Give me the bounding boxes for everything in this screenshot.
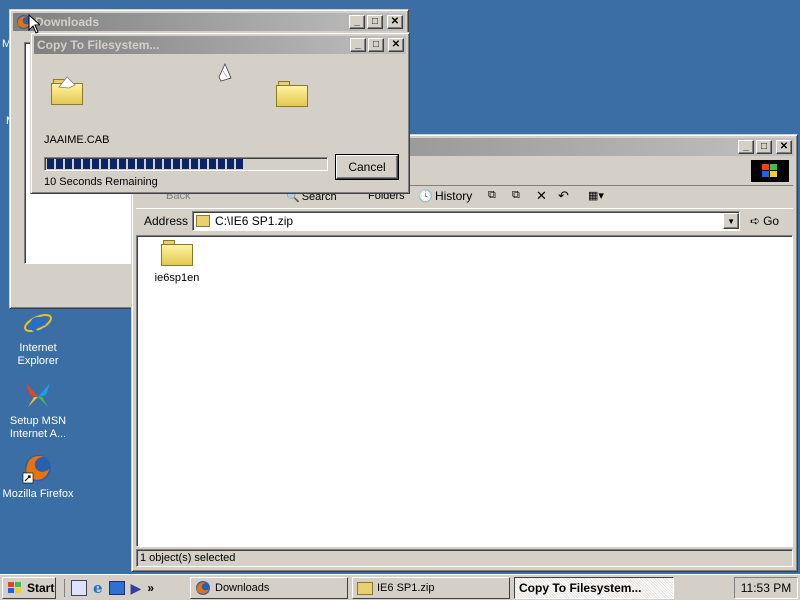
windows-flag-icon [7, 580, 23, 596]
task-label: IE6 SP1.zip [377, 582, 435, 594]
copy-progress-fill [47, 159, 245, 169]
cancel-label: Cancel [348, 160, 386, 174]
move-to-icon[interactable]: ⧉ [488, 189, 496, 202]
system-tray: 11:53 PM [734, 577, 798, 599]
show-desktop-icon[interactable] [71, 580, 87, 596]
firefox-icon [22, 452, 54, 484]
maximize-icon: □ [371, 16, 379, 27]
history-label: History [434, 189, 473, 203]
file-list[interactable]: ie6sp1en [136, 235, 793, 547]
task-ie6sp1-zip[interactable]: IE6 SP1.zip [352, 577, 510, 599]
zip-folder-icon [357, 581, 373, 595]
media-player-icon[interactable]: ▶ [131, 580, 142, 597]
downloads-title: Downloads [35, 15, 100, 29]
internet-explorer-icon: e [22, 306, 54, 339]
go-arrow-icon: ➪ [750, 214, 761, 228]
address-value: C:\IE6 SP1.zip [215, 214, 294, 228]
desktop-icon-mozilla-firefox[interactable]: Mozilla Firefox [0, 452, 76, 501]
close-button[interactable]: ✕ [388, 38, 404, 52]
file-item-label: ie6sp1en [154, 272, 200, 284]
task-label: Copy To Filesystem... [519, 581, 642, 595]
go-label: Go [763, 214, 780, 228]
copy-dialog-titlebar[interactable]: Copy To Filesystem... _ □ ✕ [34, 36, 406, 54]
status-bar: 1 object(s) selected [136, 549, 793, 567]
minimize-button[interactable]: _ [350, 38, 366, 52]
maximize-icon: □ [372, 39, 380, 50]
file-item[interactable]: ie6sp1en [145, 240, 209, 284]
address-input[interactable]: C:\IE6 SP1.zip ▼ [192, 211, 741, 231]
desktop-icon-label: Mozilla Firefox [2, 488, 74, 500]
minimize-button[interactable]: _ [738, 140, 754, 154]
minimize-icon: _ [743, 141, 749, 152]
maximize-icon: □ [760, 141, 768, 152]
address-bar: Address C:\IE6 SP1.zip ▼ ➪ Go [136, 209, 793, 233]
history-button[interactable]: 🕓 History [418, 189, 472, 203]
minimize-button[interactable]: _ [349, 15, 365, 29]
close-icon: ✕ [391, 39, 401, 50]
undo-icon[interactable]: ↶ [558, 188, 569, 204]
firefox-icon [195, 580, 211, 596]
desktop-icon-internet-explorer[interactable]: e Internet Explorer [0, 306, 76, 368]
maximize-button[interactable]: □ [368, 38, 384, 52]
copy-dialog-title: Copy To Filesystem... [37, 38, 160, 52]
taskbar: Start e ▶ » Downloads IE6 SP1.zip Copy T… [0, 574, 800, 600]
copy-filename: JAAIME.CAB [44, 134, 110, 146]
task-copy-to-filesystem[interactable]: Copy To Filesystem... [514, 577, 674, 599]
explorer-window[interactable]: _ □ ✕ Back Folders 🔍 Search 🕓 History ⧉ ⧉ … [131, 134, 798, 572]
address-dropdown-button[interactable]: ▼ [723, 213, 740, 229]
zip-folder-icon [196, 215, 211, 227]
close-button[interactable]: ✕ [387, 15, 403, 29]
flying-document-icon [217, 63, 233, 86]
views-icon[interactable]: ▦▾ [588, 189, 604, 202]
destination-folder-icon [276, 81, 308, 107]
internet-explorer-icon[interactable]: e [93, 579, 103, 597]
delete-icon[interactable]: ✕ [536, 188, 547, 204]
desktop-icon-label: Setup MSN Internet A... [9, 415, 67, 440]
close-icon: ✕ [779, 141, 789, 152]
minimize-icon: _ [355, 39, 361, 50]
quick-launch-chevron[interactable]: » [147, 581, 154, 595]
close-button[interactable]: ✕ [776, 140, 792, 154]
copy-dialog[interactable]: Copy To Filesystem... _ □ ✕ JAAIME.CAB 1… [30, 32, 410, 194]
maximize-button[interactable]: □ [756, 140, 772, 154]
copy-progress-bar [44, 157, 328, 171]
task-downloads[interactable]: Downloads [190, 577, 348, 599]
desktop-icon-setup-msn[interactable]: Setup MSN Internet A... [0, 379, 76, 441]
quick-launch: e ▶ » [64, 579, 154, 597]
copy-to-icon[interactable]: ⧉ [512, 189, 520, 202]
start-button[interactable]: Start [2, 577, 56, 599]
mouse-pointer-icon [28, 13, 42, 37]
windows-logo [751, 160, 789, 182]
close-icon: ✕ [390, 16, 400, 27]
clock[interactable]: 11:53 PM [741, 581, 791, 595]
history-icon: 🕓 [418, 189, 433, 203]
source-folder-icon [51, 76, 83, 105]
start-label: Start [27, 581, 55, 595]
cancel-button[interactable]: Cancel [335, 154, 399, 180]
minimize-icon: _ [354, 16, 360, 27]
desktop-icon-label: Internet Explorer [17, 342, 59, 367]
copy-remaining: 10 Seconds Remaining [44, 176, 158, 188]
status-text: 1 object(s) selected [140, 552, 236, 564]
downloads-titlebar[interactable]: Downloads _ □ ✕ [13, 13, 405, 31]
task-label: Downloads [215, 582, 270, 594]
outlook-express-icon[interactable] [108, 581, 125, 595]
go-button[interactable]: ➪ Go [750, 214, 779, 228]
folder-icon [161, 240, 193, 266]
msn-butterfly-icon [22, 379, 54, 411]
address-label: Address [144, 214, 189, 228]
maximize-button[interactable]: □ [367, 15, 383, 29]
svg-text:e: e [29, 306, 47, 338]
